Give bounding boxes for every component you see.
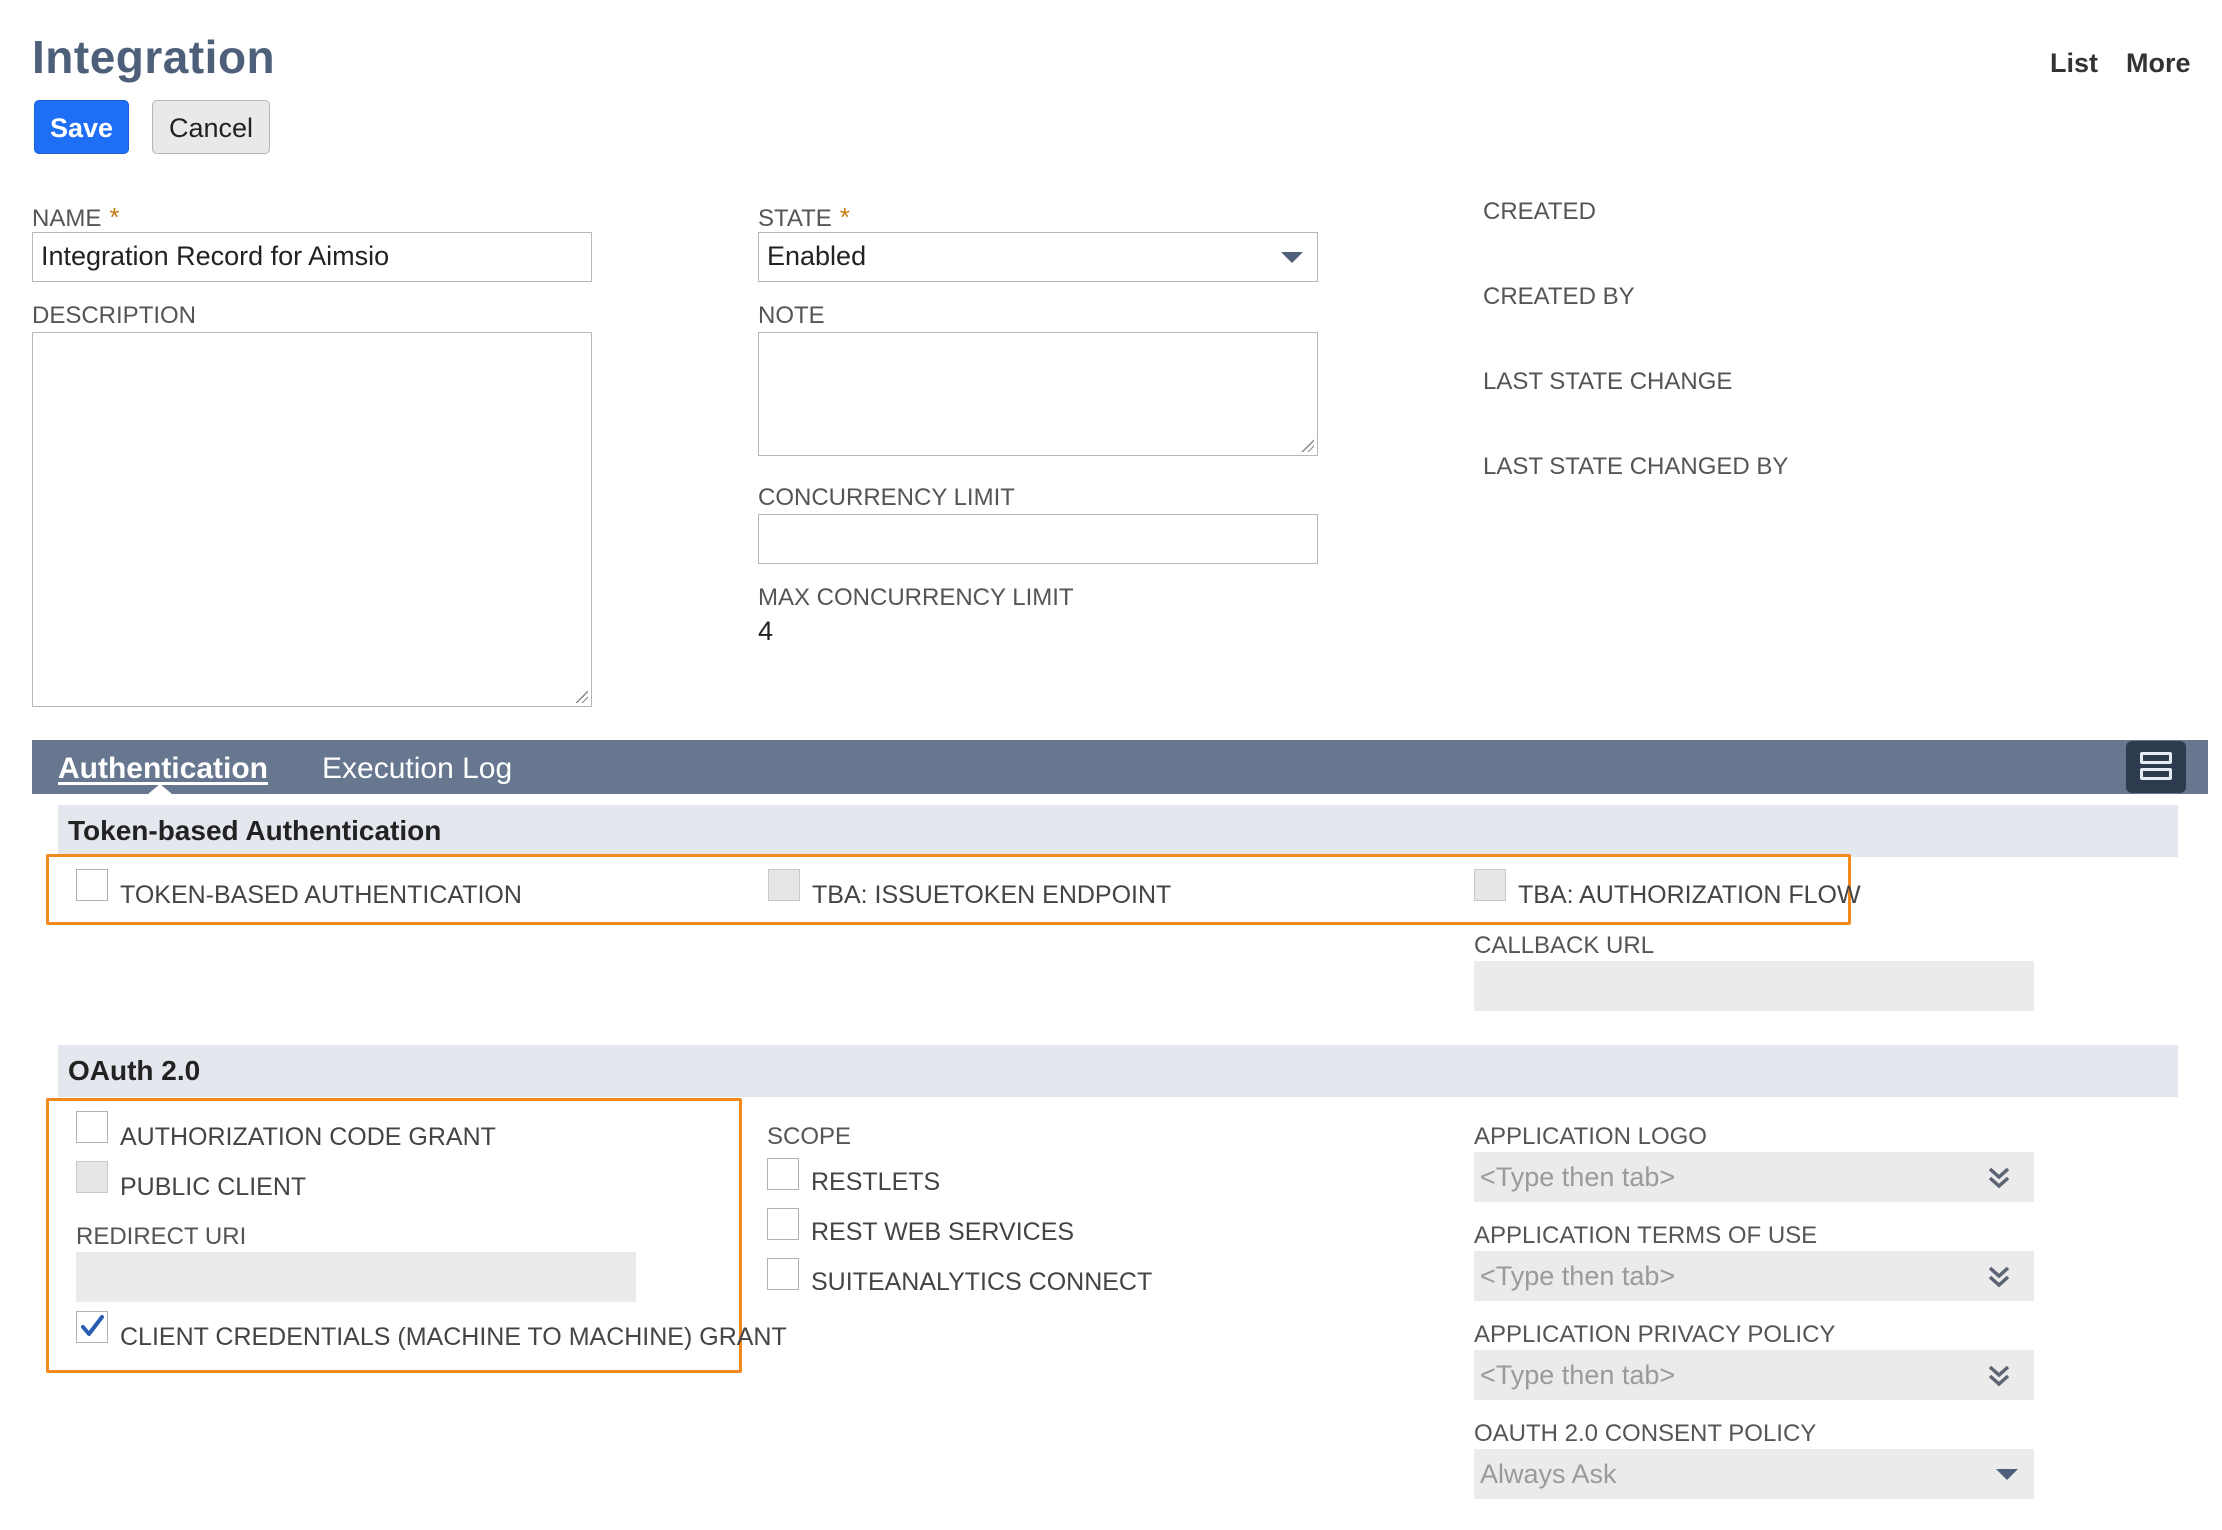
issuetoken-endpoint-checkbox[interactable] (768, 869, 800, 901)
last-state-changed-by-label: LAST STATE CHANGED BY (1483, 453, 1789, 480)
double-chevron-down-icon (1988, 1266, 2010, 1288)
concurrency-limit-field[interactable] (758, 514, 1318, 564)
checkmark-icon (81, 1315, 104, 1336)
application-terms-placeholder: <Type then tab> (1480, 1261, 1676, 1291)
active-tab-pointer (148, 784, 172, 794)
tab-authentication[interactable]: Authentication (58, 752, 268, 786)
layout-toggle-icon[interactable] (2126, 741, 2186, 793)
more-link[interactable]: More (2126, 48, 2191, 79)
double-chevron-down-icon (1988, 1365, 2010, 1387)
description-textarea[interactable] (32, 332, 592, 707)
redirect-uri-field[interactable] (76, 1252, 636, 1302)
chevron-down-icon (1281, 252, 1303, 263)
application-privacy-label: APPLICATION PRIVACY POLICY (1474, 1321, 1836, 1348)
concurrency-limit-label: CONCURRENCY LIMIT (758, 484, 1015, 511)
application-logo-select[interactable]: <Type then tab> (1474, 1152, 2034, 1202)
consent-policy-select[interactable]: Always Ask (1474, 1449, 2034, 1499)
restlets-label: RESTLETS (811, 1168, 941, 1196)
created-by-label: CREATED BY (1483, 283, 1635, 310)
issuetoken-endpoint-label: TBA: ISSUETOKEN ENDPOINT (812, 881, 1172, 909)
authorization-code-grant-label: AUTHORIZATION CODE GRANT (120, 1123, 496, 1151)
application-logo-placeholder: <Type then tab> (1480, 1162, 1676, 1192)
max-concurrency-limit-label: MAX CONCURRENCY LIMIT (758, 584, 1074, 611)
token-based-auth-checkbox[interactable] (76, 869, 108, 901)
cancel-button[interactable]: Cancel (152, 100, 270, 154)
public-client-checkbox[interactable] (76, 1161, 108, 1193)
application-terms-label: APPLICATION TERMS OF USE (1474, 1222, 1818, 1249)
tab-execution-log[interactable]: Execution Log (322, 752, 512, 786)
callback-url-field[interactable] (1474, 961, 2034, 1011)
rest-web-services-checkbox[interactable] (767, 1208, 799, 1240)
application-privacy-placeholder: <Type then tab> (1480, 1360, 1676, 1390)
required-marker: * (109, 202, 120, 232)
resize-grip-icon[interactable] (574, 689, 588, 703)
chevron-down-icon (1996, 1469, 2018, 1480)
note-label: NOTE (758, 302, 825, 329)
suiteanalytics-connect-label: SUITEANALYTICS CONNECT (811, 1268, 1153, 1296)
rest-web-services-label: REST WEB SERVICES (811, 1218, 1075, 1246)
authorization-code-grant-checkbox[interactable] (76, 1111, 108, 1143)
list-link[interactable]: List (2050, 48, 2098, 79)
restlets-checkbox[interactable] (767, 1158, 799, 1190)
client-credentials-checkbox[interactable] (76, 1311, 108, 1343)
page-title: Integration (32, 31, 276, 83)
consent-policy-label: OAUTH 2.0 CONSENT POLICY (1474, 1420, 1817, 1447)
scope-label: SCOPE (767, 1123, 852, 1150)
required-marker: * (839, 202, 850, 232)
client-credentials-label: CLIENT CREDENTIALS (MACHINE TO MACHINE) … (120, 1323, 787, 1351)
state-value: Enabled (767, 241, 867, 271)
token-based-auth-label: TOKEN-BASED AUTHENTICATION (120, 881, 522, 909)
max-concurrency-limit-value: 4 (758, 616, 774, 646)
callback-url-label: CALLBACK URL (1474, 932, 1655, 959)
resize-grip-icon[interactable] (1300, 438, 1314, 452)
public-client-label: PUBLIC CLIENT (120, 1173, 307, 1201)
state-label: STATE * (758, 202, 850, 232)
section-oauth-2: OAuth 2.0 (58, 1045, 2178, 1097)
consent-policy-value: Always Ask (1480, 1459, 1617, 1489)
note-textarea[interactable] (758, 332, 1318, 456)
authorization-flow-checkbox[interactable] (1474, 869, 1506, 901)
suiteanalytics-connect-checkbox[interactable] (767, 1258, 799, 1290)
last-state-change-label: LAST STATE CHANGE (1483, 368, 1733, 395)
redirect-uri-label: REDIRECT URI (76, 1223, 247, 1250)
name-label: NAME * (32, 202, 120, 232)
created-label: CREATED (1483, 198, 1596, 225)
authorization-flow-label: TBA: AUTHORIZATION FLOW (1518, 881, 1861, 909)
double-chevron-down-icon (1988, 1167, 2010, 1189)
description-label: DESCRIPTION (32, 302, 197, 329)
application-logo-label: APPLICATION LOGO (1474, 1123, 1707, 1150)
application-terms-select[interactable]: <Type then tab> (1474, 1251, 2034, 1301)
section-token-based-authentication: Token-based Authentication (58, 805, 2178, 857)
state-select[interactable]: Enabled (758, 232, 1318, 282)
save-button[interactable]: Save (34, 100, 129, 154)
application-privacy-select[interactable]: <Type then tab> (1474, 1350, 2034, 1400)
name-field[interactable]: Integration Record for Aimsio (32, 232, 592, 282)
